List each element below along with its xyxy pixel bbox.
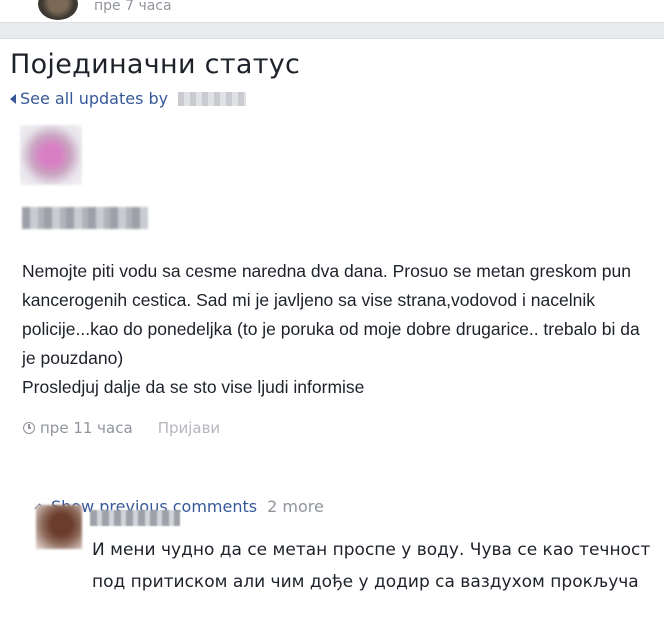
see-all-updates-link[interactable]: See all updates by (10, 89, 247, 108)
report-link[interactable]: Пријави (158, 419, 221, 437)
clock-icon (23, 422, 35, 434)
caret-left-icon (10, 93, 16, 104)
comment-author-name-redacted[interactable] (90, 510, 180, 526)
more-count: 2 more (267, 497, 324, 516)
comment-avatar[interactable] (36, 505, 82, 549)
post-meta: пре 11 часа Пријави (23, 419, 220, 437)
previous-post-time[interactable]: пре 7 часа (94, 0, 172, 14)
previous-post-card: пре 7 часа (0, 0, 664, 23)
post-author-name-redacted[interactable] (22, 207, 148, 229)
post-text: Nemojte piti vodu sa cesme naredna dva d… (22, 261, 640, 397)
page-title: Појединачни статус (10, 49, 301, 80)
see-all-label: See all updates by (20, 89, 169, 108)
previous-post-avatar[interactable] (38, 0, 78, 20)
post-time[interactable]: пре 11 часа (40, 419, 133, 437)
comment-text: И мени чудно да се метан проспе у воду. … (92, 540, 651, 592)
redacted-user-name[interactable] (178, 91, 247, 106)
post-author-avatar[interactable] (20, 125, 82, 185)
